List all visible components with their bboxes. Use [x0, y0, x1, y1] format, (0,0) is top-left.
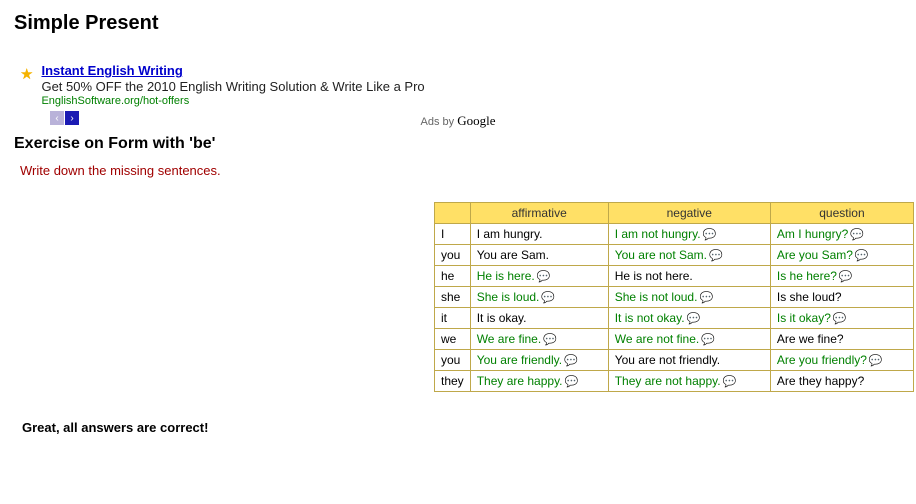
cell-text: She is not loud. — [615, 290, 698, 304]
pronoun-cell: he — [435, 266, 471, 287]
th-negative: negative — [608, 203, 770, 224]
speech-bubble-icon[interactable]: 💬 — [833, 312, 847, 325]
pronoun-cell: it — [435, 308, 471, 329]
pronoun-cell: I — [435, 224, 471, 245]
cell-text: Am I hungry? — [777, 227, 848, 241]
cell-text: Are you friendly? — [777, 353, 867, 367]
pronoun-cell: she — [435, 287, 471, 308]
cell-text: They are not happy. — [615, 374, 721, 388]
th-affirmative: affirmative — [470, 203, 608, 224]
speech-bubble-icon[interactable]: 💬 — [699, 291, 713, 304]
table-row: weWe are fine.💬We are not fine.💬Are we f… — [435, 329, 914, 350]
table-cell: You are not friendly. — [608, 350, 770, 371]
table-row: youYou are friendly.💬You are not friendl… — [435, 350, 914, 371]
pronoun-cell: they — [435, 371, 471, 392]
cell-text: It is okay. — [477, 311, 527, 325]
table-cell: She is not loud.💬 — [608, 287, 770, 308]
cell-text: You are Sam. — [477, 248, 549, 262]
cell-text: I am hungry. — [477, 227, 543, 241]
speech-bubble-icon[interactable]: 💬 — [537, 270, 551, 283]
speech-bubble-icon[interactable]: 💬 — [723, 375, 737, 388]
table-cell: It is okay. — [470, 308, 608, 329]
cell-text: Is he here? — [777, 269, 837, 283]
table-row: youYou are Sam.You are not Sam.💬Are you … — [435, 245, 914, 266]
cell-text: He is not here. — [615, 269, 693, 283]
speech-bubble-icon[interactable]: 💬 — [543, 333, 557, 346]
speech-bubble-icon[interactable]: 💬 — [564, 354, 578, 367]
ads-by-label: Ads by Google — [14, 113, 902, 129]
table-cell: He is here.💬 — [470, 266, 608, 287]
cell-text: We are fine. — [477, 332, 541, 346]
ad-next-button[interactable]: › — [65, 111, 79, 125]
table-cell: She is loud.💬 — [470, 287, 608, 308]
cell-text: We are not fine. — [615, 332, 700, 346]
cell-text: They are happy. — [477, 374, 563, 388]
table-cell: Are they happy? — [770, 371, 913, 392]
table-cell: Are you friendly?💬 — [770, 350, 913, 371]
table-cell: You are Sam. — [470, 245, 608, 266]
speech-bubble-icon[interactable]: 💬 — [565, 375, 579, 388]
table-row: II am hungry.I am not hungry.💬Am I hungr… — [435, 224, 914, 245]
table-cell: Is he here?💬 — [770, 266, 913, 287]
table-cell: He is not here. — [608, 266, 770, 287]
th-corner — [435, 203, 471, 224]
table-cell: We are not fine.💬 — [608, 329, 770, 350]
ad-prev-button[interactable]: ‹ — [50, 111, 64, 125]
th-question: question — [770, 203, 913, 224]
section-title: Exercise on Form with 'be' — [14, 135, 902, 153]
table-row: heHe is here.💬He is not here.Is he here?… — [435, 266, 914, 287]
feedback-message: Great, all answers are correct! — [22, 420, 902, 435]
cell-text: Are we fine? — [777, 332, 844, 346]
cell-text: You are not Sam. — [615, 248, 707, 262]
cell-text: Is it okay? — [777, 311, 831, 325]
cell-text: You are friendly. — [477, 353, 562, 367]
table-row: itIt is okay.It is not okay.💬Is it okay?… — [435, 308, 914, 329]
table-row: sheShe is loud.💬She is not loud.💬Is she … — [435, 287, 914, 308]
speech-bubble-icon[interactable]: 💬 — [709, 249, 723, 262]
speech-bubble-icon[interactable]: 💬 — [850, 228, 864, 241]
table-cell: It is not okay.💬 — [608, 308, 770, 329]
grammar-table: affirmative negative question I I am hung… — [434, 202, 914, 392]
ad-title-link[interactable]: Instant English Writing — [41, 63, 182, 78]
cell-text: It is not okay. — [615, 311, 685, 325]
speech-bubble-icon[interactable]: 💬 — [701, 333, 715, 346]
table-cell: They are not happy.💬 — [608, 371, 770, 392]
cell-text: She is loud. — [477, 290, 540, 304]
speech-bubble-icon[interactable]: 💬 — [541, 291, 555, 304]
pronoun-cell: we — [435, 329, 471, 350]
page-title: Simple Present — [14, 12, 902, 35]
table-cell: Are you Sam?💬 — [770, 245, 913, 266]
cell-text: Are they happy? — [777, 374, 864, 388]
ad-display-url: EnglishSoftware.org/hot-offers — [41, 95, 424, 107]
cell-text: Are you Sam? — [777, 248, 853, 262]
cell-text: You are not friendly. — [615, 353, 720, 367]
ad-description: Get 50% OFF the 2010 English Writing Sol… — [41, 79, 424, 94]
table-cell: Am I hungry?💬 — [770, 224, 913, 245]
cell-text: Is she loud? — [777, 290, 842, 304]
table-cell: Is she loud? — [770, 287, 913, 308]
table-row: theyThey are happy.💬They are not happy.💬… — [435, 371, 914, 392]
cell-text: I am not hungry. — [615, 227, 701, 241]
table-cell: We are fine.💬 — [470, 329, 608, 350]
speech-bubble-icon[interactable]: 💬 — [703, 228, 717, 241]
speech-bubble-icon[interactable]: 💬 — [869, 354, 883, 367]
speech-bubble-icon[interactable]: 💬 — [839, 270, 853, 283]
table-cell: I am not hungry.💬 — [608, 224, 770, 245]
ads-by-brand: Google — [457, 113, 495, 128]
star-icon: ★ — [20, 65, 33, 83]
instruction-text: Write down the missing sentences. — [20, 163, 902, 178]
table-cell: Is it okay?💬 — [770, 308, 913, 329]
ads-by-prefix: Ads by — [421, 116, 458, 128]
speech-bubble-icon[interactable]: 💬 — [687, 312, 701, 325]
table-cell: Are we fine? — [770, 329, 913, 350]
pronoun-cell: you — [435, 350, 471, 371]
table-cell: You are friendly.💬 — [470, 350, 608, 371]
speech-bubble-icon[interactable]: 💬 — [855, 249, 869, 262]
cell-text: He is here. — [477, 269, 535, 283]
table-cell: They are happy.💬 — [470, 371, 608, 392]
pronoun-cell: you — [435, 245, 471, 266]
table-cell: You are not Sam.💬 — [608, 245, 770, 266]
table-cell: I am hungry. — [470, 224, 608, 245]
